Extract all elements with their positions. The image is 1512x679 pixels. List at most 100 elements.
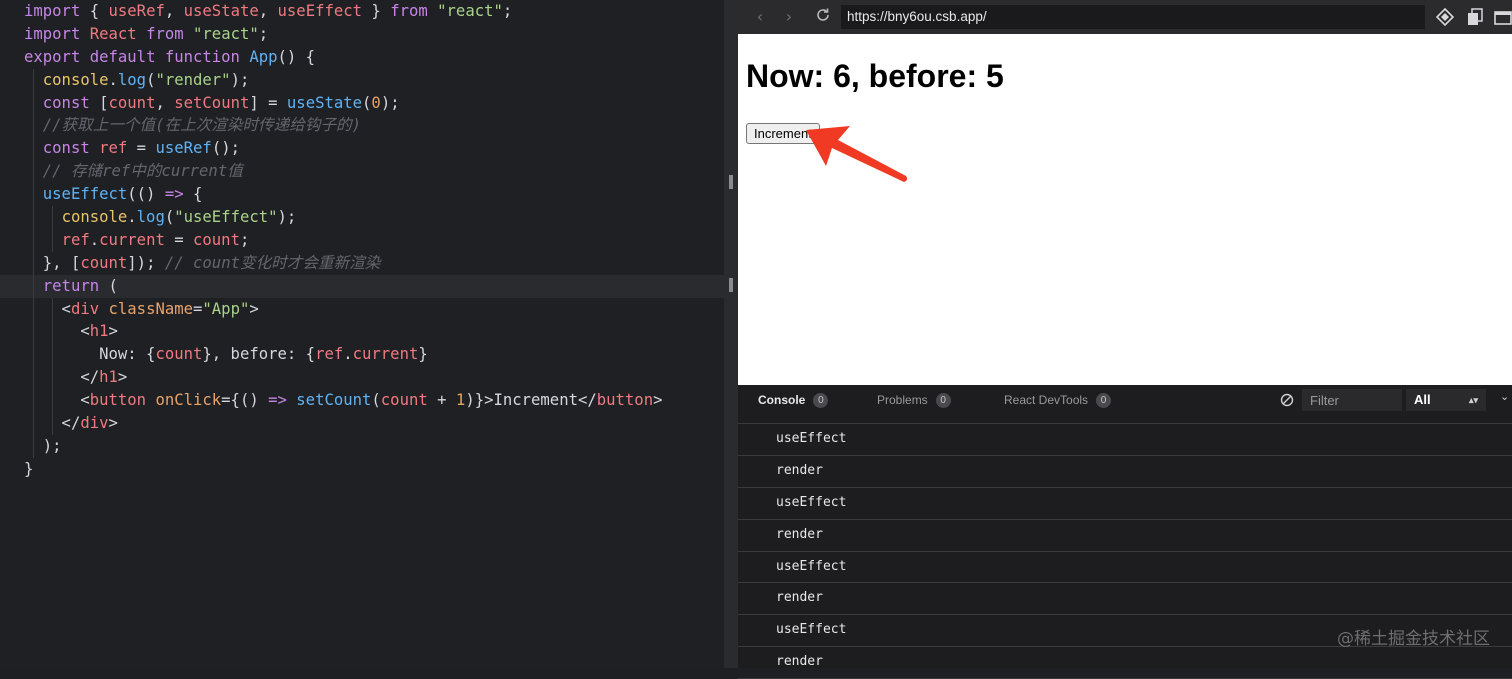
code-line[interactable]: <h1>: [0, 320, 724, 344]
code-token: }, before: {: [202, 345, 316, 364]
code-token: from: [390, 2, 428, 20]
code-token: // 存储ref中的current值: [42, 162, 243, 181]
window-icon[interactable]: [1494, 8, 1512, 26]
code-line[interactable]: }: [0, 458, 724, 481]
code-content[interactable]: import { useRef, useState, useEffect } f…: [0, 0, 724, 481]
indent-guide: [52, 320, 53, 344]
code-token: +: [427, 391, 456, 410]
indent-guide: [33, 389, 34, 413]
code-line[interactable]: useEffect(() => {: [0, 183, 724, 207]
tab-label: Problems: [877, 393, 928, 407]
code-token: import: [24, 24, 81, 43]
code-token: div: [80, 414, 109, 433]
back-icon[interactable]: ‹: [750, 7, 770, 27]
code-line[interactable]: // 存储ref中的current值: [0, 160, 724, 184]
code-line[interactable]: </div>: [0, 412, 724, 435]
tab-console[interactable]: Console 0: [758, 385, 829, 424]
console-log-row: render: [738, 456, 1512, 488]
code-token: ref: [315, 345, 344, 364]
codesandbox-icon[interactable]: [1435, 7, 1455, 27]
indent-guide: [33, 434, 34, 458]
code-token: log: [117, 70, 147, 89]
code-token: ,: [258, 2, 278, 20]
code-token: App: [249, 47, 278, 66]
code-token: [: [89, 93, 109, 112]
code-token: (: [371, 391, 381, 410]
code-line[interactable]: </h1>: [0, 366, 724, 390]
code-line[interactable]: }, [count]); // count变化时才会重新渲染: [0, 251, 724, 275]
code-token: "render": [155, 70, 231, 89]
code-token: }: [362, 2, 391, 20]
count-badge: 0: [1096, 393, 1112, 408]
code-token: className: [108, 299, 194, 318]
code-token: 0: [371, 93, 381, 112]
code-token: count: [193, 230, 240, 249]
code-token: function: [164, 47, 240, 66]
indent-guide: [33, 137, 34, 161]
code-token: Now: {: [24, 345, 156, 364]
clear-console-icon[interactable]: [1280, 393, 1294, 407]
divider-grip[interactable]: [729, 175, 733, 189]
divider-grip[interactable]: [729, 278, 733, 292]
indent-guide: [33, 251, 34, 275]
code-line[interactable]: ref.current = count;: [0, 228, 724, 252]
code-token: "App": [202, 299, 250, 318]
forward-icon[interactable]: ›: [779, 7, 799, 27]
filter-input[interactable]: [1302, 389, 1402, 411]
tab-label: Console: [758, 393, 806, 407]
code-token: React: [89, 24, 137, 43]
code-token: )}>Increment</: [465, 391, 597, 410]
indent-guide: [33, 412, 34, 435]
code-token: const: [42, 139, 90, 158]
tab-problems[interactable]: Problems 0: [877, 385, 951, 424]
copy-icon[interactable]: [1466, 8, 1484, 26]
code-line[interactable]: //获取上一个值(在上次渲染时传递给钩子的): [0, 114, 724, 138]
code-token: =: [127, 139, 156, 158]
indent-guide: [52, 297, 53, 321]
tab-react-devtools[interactable]: React DevTools 0: [1004, 385, 1112, 424]
code-line[interactable]: export default function App() {: [0, 46, 724, 69]
code-line[interactable]: const [count, setCount] = useState(0);: [0, 91, 724, 115]
indent-guide: [52, 206, 53, 229]
code-token: ]);: [127, 253, 165, 272]
indent-guide: [52, 343, 53, 367]
log-level-select[interactable]: All ▴▾: [1406, 389, 1486, 411]
code-token: ,: [155, 93, 175, 112]
url-field[interactable]: https://bny6ou.csb.app/: [841, 5, 1425, 29]
code-token: ,: [164, 2, 184, 20]
pane-divider[interactable]: [724, 0, 738, 668]
code-line[interactable]: Now: {count}, before: {ref.current}: [0, 343, 724, 367]
code-token: useState: [183, 2, 259, 20]
indent-guide: [33, 366, 34, 390]
indent-guide: [33, 114, 34, 138]
code-line[interactable]: const ref = useRef();: [0, 137, 724, 161]
code-editor[interactable]: import { useRef, useState, useEffect } f…: [0, 0, 724, 668]
code-line[interactable]: );: [0, 434, 724, 458]
code-token: >: [108, 414, 118, 433]
code-line[interactable]: import React from "react";: [0, 23, 724, 46]
code-line[interactable]: console.log("useEffect");: [0, 206, 724, 229]
browser-toolbar: ‹ › https://bny6ou.csb.app/: [738, 0, 1512, 34]
code-token: >: [249, 299, 259, 318]
code-token: ;: [502, 2, 513, 20]
chevron-down-icon[interactable]: ⌄: [1500, 390, 1509, 403]
code-token: setCount: [174, 93, 250, 112]
indent-guide: [33, 297, 34, 321]
code-line[interactable]: import { useRef, useState, useEffect } f…: [0, 0, 724, 23]
code-line[interactable]: console.log("render");: [0, 68, 724, 92]
indent-guide: [52, 228, 53, 252]
indent-guide: [33, 228, 34, 252]
code-token: export: [24, 47, 81, 66]
code-token: ;: [258, 24, 269, 43]
code-line[interactable]: return (: [0, 274, 724, 298]
count-badge: 0: [935, 393, 951, 408]
refresh-icon[interactable]: [813, 7, 833, 27]
code-token: "useEffect": [174, 208, 278, 227]
code-line[interactable]: <button onClick={() => setCount(count + …: [0, 389, 724, 413]
code-line[interactable]: <div className="App">: [0, 297, 724, 321]
code-token: "react": [193, 24, 259, 43]
watermark: @稀土掘金技术社区: [1337, 629, 1490, 649]
